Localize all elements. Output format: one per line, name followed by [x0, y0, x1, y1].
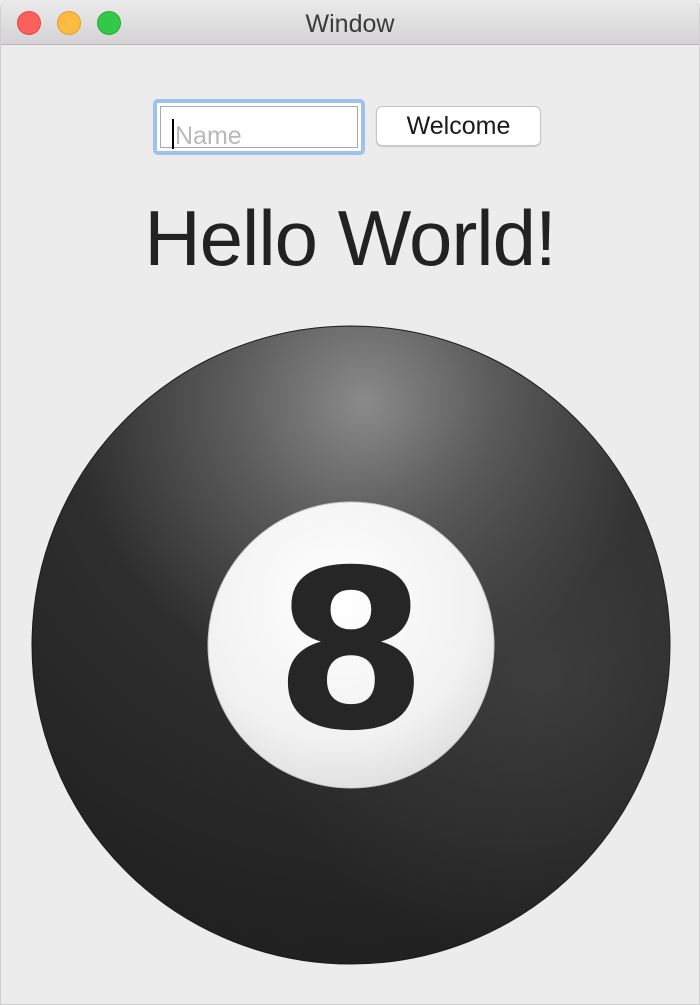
name-input[interactable]: Name: [153, 99, 365, 155]
name-input-placeholder: Name: [175, 122, 242, 150]
greeting-label: Hello World!: [144, 194, 556, 282]
app-window: Window Name Welcome Hello World! 8: [0, 0, 700, 1005]
name-input-field[interactable]: Name: [160, 106, 358, 150]
window-title: Window: [305, 10, 395, 38]
eight-ball-icon: 8: [31, 325, 671, 965]
title-bar[interactable]: Window: [1, 0, 699, 45]
text-caret: [172, 119, 174, 149]
welcome-button[interactable]: Welcome: [376, 106, 541, 146]
ball-number: 8: [274, 523, 427, 779]
